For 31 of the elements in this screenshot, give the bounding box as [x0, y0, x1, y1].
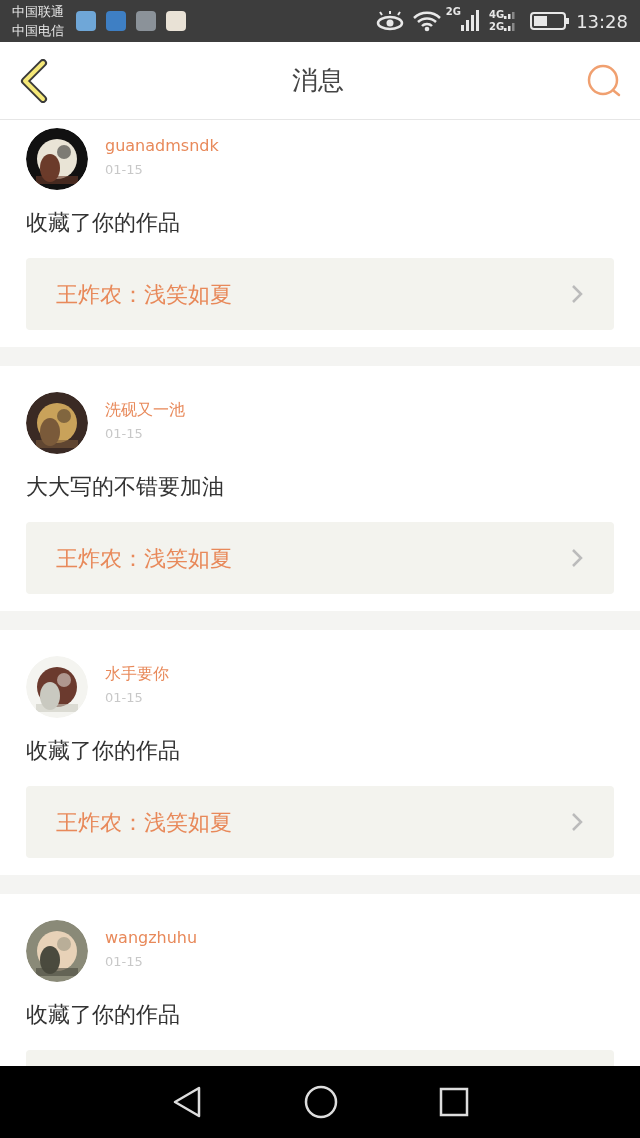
user-name[interactable]: 水手要你 [105, 662, 169, 686]
battery-icon [530, 11, 571, 31]
recents-icon[interactable] [439, 1087, 470, 1117]
network-label: 4G [488, 9, 505, 21]
clock: 13:28 [576, 9, 628, 34]
chevron-icon [570, 811, 584, 833]
message-text: 收藏了你的作品 [26, 209, 181, 237]
user-name[interactable]: guanadmsndk [105, 134, 219, 158]
chevron-icon [570, 547, 584, 569]
message-text: 大大写的不错要加油 [26, 473, 225, 501]
wifi-icon [411, 10, 442, 32]
user-name[interactable]: 洗砚又一池 [105, 398, 185, 422]
page-title: 消息 [292, 64, 344, 97]
network-label: 2G [488, 21, 505, 33]
carrier-name: 中国电信 [12, 22, 64, 40]
work-link[interactable]: 王炸农：浅笑如夏 [26, 786, 614, 858]
network-label: 2G [445, 5, 461, 19]
eye-icon [375, 11, 404, 31]
message-text: 收藏了你的作品 [26, 1001, 181, 1029]
chevron-icon [570, 283, 584, 305]
app-icon [76, 11, 96, 31]
app-icon [166, 11, 186, 31]
app-icon [106, 11, 126, 31]
work-link[interactable]: 王炸农：浅笑如夏 [26, 522, 614, 594]
message-text: 收藏了你的作品 [26, 737, 181, 765]
user-name[interactable]: wangzhuhu [105, 926, 198, 950]
carrier-name: 中国联通 [12, 3, 64, 21]
signal-icon [460, 10, 479, 32]
home-icon[interactable] [304, 1085, 338, 1119]
app-icon [136, 11, 156, 31]
work-link[interactable]: 王炸农：浅笑如夏 [26, 258, 614, 330]
